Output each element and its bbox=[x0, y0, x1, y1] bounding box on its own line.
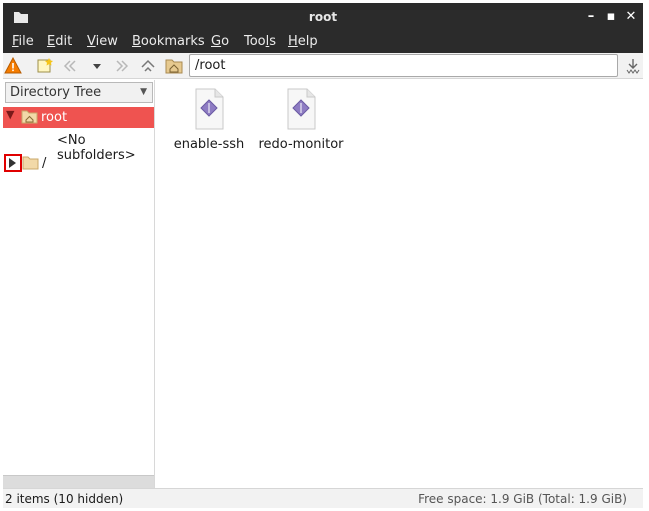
status-bar: 2 items (10 hidden) Free space: 1.9 GiB … bbox=[3, 488, 643, 508]
menu-file[interactable]: File bbox=[12, 34, 34, 49]
status-items-count: 2 items (10 hidden) bbox=[5, 492, 124, 506]
forward-icon[interactable] bbox=[113, 57, 131, 75]
back-icon[interactable] bbox=[61, 57, 79, 75]
minimize-icon[interactable]: – bbox=[583, 9, 599, 25]
file-view[interactable]: enable-ssh redo-monitor bbox=[156, 80, 643, 488]
sidebar: Directory Tree ▼ ▼ root <No subfolders> … bbox=[3, 80, 155, 488]
tree-item-filesystem[interactable]: / bbox=[3, 154, 154, 174]
menu-bar: File Edit View Bookmarks Go Tools Help bbox=[3, 31, 643, 53]
executable-script-icon bbox=[287, 88, 316, 130]
up-icon[interactable] bbox=[139, 57, 157, 75]
history-dropdown-icon[interactable] bbox=[88, 57, 106, 75]
tree-item-root[interactable]: ▼ root bbox=[3, 107, 154, 128]
file-item[interactable]: enable-ssh bbox=[164, 88, 254, 152]
menu-edit[interactable]: Edit bbox=[47, 34, 72, 49]
sidebar-mode-label: Directory Tree bbox=[10, 85, 102, 100]
tree-item-label: root bbox=[41, 110, 68, 125]
executable-script-icon bbox=[195, 88, 224, 130]
menu-bookmarks[interactable]: Bookmarks bbox=[132, 34, 205, 49]
maximize-icon[interactable]: ▪ bbox=[603, 9, 619, 25]
home-folder-icon bbox=[21, 109, 38, 128]
close-icon[interactable]: ✕ bbox=[623, 9, 639, 25]
menu-help[interactable]: Help bbox=[288, 34, 318, 49]
expander-collapsed-icon[interactable] bbox=[4, 154, 22, 172]
file-name: redo-monitor bbox=[258, 137, 344, 152]
horizontal-scrollbar[interactable] bbox=[3, 475, 154, 488]
go-icon[interactable] bbox=[624, 57, 642, 75]
location-input[interactable]: /root bbox=[189, 54, 618, 77]
toolbar: /root bbox=[3, 53, 643, 79]
menu-tools[interactable]: Tools bbox=[244, 34, 276, 49]
window-title: root bbox=[308, 10, 338, 24]
home-folder-icon[interactable] bbox=[165, 57, 183, 75]
title-bar[interactable]: root – ▪ ✕ bbox=[3, 3, 643, 31]
status-free-space: Free space: 1.9 GiB (Total: 1.9 GiB) bbox=[418, 492, 627, 506]
new-tab-icon[interactable] bbox=[36, 57, 54, 75]
sidebar-mode-select[interactable]: Directory Tree ▼ bbox=[5, 82, 153, 103]
warning-icon[interactable] bbox=[4, 56, 22, 75]
file-item[interactable]: redo-monitor bbox=[256, 88, 346, 152]
folder-icon bbox=[22, 155, 39, 174]
file-name: enable-ssh bbox=[173, 137, 245, 152]
expander-expanded-icon[interactable]: ▼ bbox=[6, 108, 14, 121]
menu-view[interactable]: View bbox=[87, 34, 118, 49]
chevron-down-icon: ▼ bbox=[140, 87, 147, 97]
tree-item-label: / bbox=[42, 156, 47, 171]
menu-go[interactable]: Go bbox=[211, 34, 229, 49]
